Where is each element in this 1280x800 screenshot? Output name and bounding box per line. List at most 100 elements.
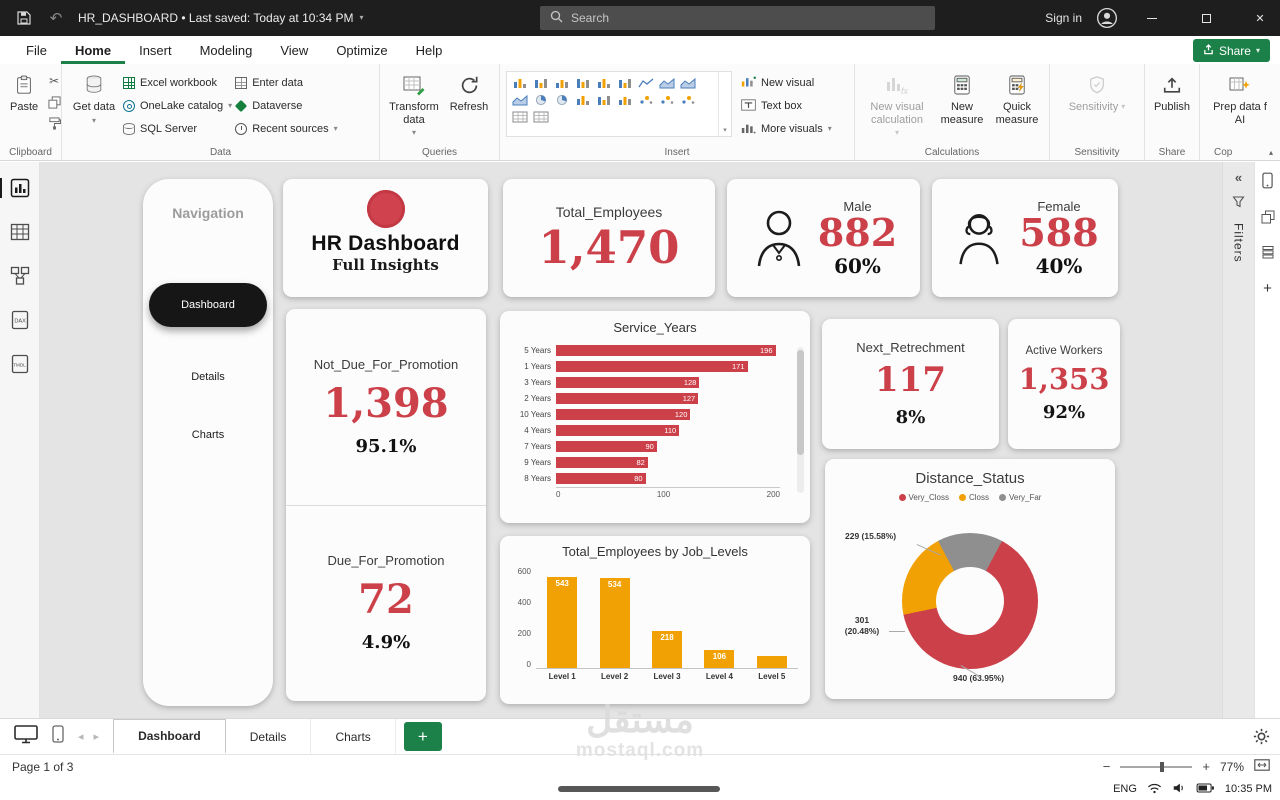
menu-modeling[interactable]: Modeling — [186, 36, 267, 64]
bar[interactable]: 106 — [704, 650, 735, 668]
tmdl-view-icon[interactable]: TMDL — [8, 352, 32, 376]
total-employees-card[interactable]: Total_Employees 1,470 — [503, 179, 715, 297]
phone-layout-icon[interactable] — [52, 725, 64, 748]
layers-icon[interactable] — [1261, 245, 1275, 264]
expand-pane-icon[interactable]: « — [1235, 170, 1242, 185]
bar[interactable]: 171 — [556, 360, 748, 372]
dataverse-button[interactable]: Dataverse — [235, 96, 337, 116]
zoom-out-button[interactable]: − — [1103, 759, 1111, 774]
next-page-icon[interactable]: ▸ — [94, 730, 100, 743]
refresh-button[interactable]: Refresh — [445, 69, 493, 117]
bar[interactable]: 90 — [556, 440, 657, 452]
matrix-visual-icon[interactable] — [531, 109, 550, 124]
bar[interactable]: 127 — [556, 392, 699, 404]
bar[interactable]: 82 — [556, 456, 648, 468]
bar[interactable]: 120 — [556, 408, 691, 420]
wifi-icon[interactable] — [1147, 782, 1162, 797]
speaker-icon[interactable] — [1172, 782, 1186, 797]
menu-home[interactable]: Home — [61, 36, 125, 64]
fit-to-page-icon[interactable] — [1254, 759, 1270, 774]
sensitivity-button[interactable]: Sensitivity ▾ — [1063, 69, 1131, 117]
undo-icon[interactable]: ↶ — [46, 8, 66, 28]
report-view-icon[interactable] — [0, 176, 32, 200]
page-tab-details[interactable]: Details — [226, 719, 312, 754]
donut-visual-icon[interactable] — [552, 92, 571, 107]
nav-item-dashboard[interactable]: Dashboard — [149, 283, 267, 327]
more-visuals-button[interactable]: More visuals ▾ — [741, 119, 832, 139]
account-avatar-icon[interactable] — [1096, 7, 1118, 29]
gear-icon[interactable] — [1253, 728, 1270, 750]
cut-icon[interactable]: ✂ — [45, 73, 63, 89]
zoom-slider[interactable] — [1120, 761, 1193, 772]
bar[interactable]: 128 — [556, 376, 700, 388]
scrollbar-thumb[interactable] — [797, 350, 804, 456]
recent-sources-button[interactable]: Recent sources ▾ — [235, 119, 338, 139]
service-years-chart[interactable]: Service_Years 5 Years 196 1 Years 171 3 Year… — [500, 311, 810, 523]
chevron-down-icon[interactable]: ▾ — [359, 14, 363, 22]
menu-help[interactable]: Help — [402, 36, 457, 64]
add-element-icon[interactable]: + — [1263, 280, 1272, 297]
excel-button[interactable]: Excel workbook — [123, 73, 232, 93]
area-visual-icon[interactable] — [657, 75, 676, 90]
hr-dashboard-header-card[interactable]: HR Dashboard Full Insights — [283, 179, 488, 297]
distance-status-donut-chart[interactable]: Distance_Status Very_Closs Closs Very_Far … — [825, 459, 1115, 699]
male-kpi-card[interactable]: Male 882 60% — [727, 179, 920, 297]
share-button[interactable]: Share ▾ — [1192, 39, 1270, 62]
bar[interactable]: 110 — [556, 424, 680, 436]
gallery-scroll[interactable]: ▾ — [718, 72, 731, 136]
horizontal-scrollbar[interactable] — [558, 786, 720, 792]
full-stacked-column-visual-icon[interactable] — [615, 75, 634, 90]
line-visual-icon[interactable] — [636, 75, 655, 90]
female-kpi-card[interactable]: Female 588 40% — [932, 179, 1118, 297]
page-tab-charts[interactable]: Charts — [311, 719, 396, 754]
stacked-column-visual-icon[interactable] — [552, 75, 571, 90]
zoom-slider-handle[interactable] — [1159, 761, 1164, 772]
minimize-button[interactable] — [1132, 0, 1172, 36]
new-measure-button[interactable]: New measure — [936, 69, 988, 129]
pie-visual-icon[interactable] — [531, 92, 550, 107]
mobile-layout-icon[interactable] — [1262, 172, 1273, 194]
new-visual-button[interactable]: New visual — [741, 73, 832, 93]
funnel-icon[interactable] — [1232, 195, 1245, 213]
sign-in-button[interactable]: Sign in — [1045, 11, 1082, 25]
menu-view[interactable]: View — [266, 36, 322, 64]
bar[interactable]: 218 — [652, 631, 683, 668]
page-tab-dashboard[interactable]: Dashboard — [113, 719, 226, 754]
bar[interactable] — [756, 656, 787, 668]
paste-button[interactable]: Paste — [6, 69, 42, 117]
stacked-bar-visual-icon[interactable] — [510, 75, 529, 90]
filters-pane-label[interactable]: Filters — [1232, 223, 1246, 263]
waterfall-visual-icon[interactable] — [594, 92, 613, 107]
table-view-icon[interactable] — [8, 220, 32, 244]
desktop-layout-icon[interactable] — [14, 724, 38, 749]
quick-measure-button[interactable]: Quick measure — [991, 69, 1043, 129]
menu-optimize[interactable]: Optimize — [322, 36, 401, 64]
donut-ring[interactable] — [902, 533, 1038, 669]
search-input[interactable]: Search — [540, 6, 935, 30]
clustered-bar-visual-icon[interactable] — [531, 75, 550, 90]
copy-page-icon[interactable] — [1261, 210, 1275, 229]
format-painter-icon[interactable] — [45, 115, 63, 131]
job-levels-chart[interactable]: Total_Employees by Job_Levels 600 400 200 0… — [500, 536, 810, 704]
copy-icon[interactable] — [45, 94, 63, 110]
chart-scrollbar[interactable] — [797, 347, 804, 493]
close-button[interactable]: ✕ — [1240, 0, 1280, 36]
model-view-icon[interactable] — [8, 264, 32, 288]
menu-file[interactable]: File — [12, 36, 61, 64]
dax-query-view-icon[interactable]: DAX — [8, 308, 32, 332]
previous-page-icon[interactable]: ◂ — [78, 730, 84, 743]
bar[interactable]: 534 — [599, 578, 630, 668]
transform-data-button[interactable]: Transform data ▾ — [386, 69, 442, 140]
next-retrechment-card[interactable]: Next_Retrechment 117 8% — [822, 319, 999, 449]
clustered-column-visual-icon[interactable] — [573, 75, 592, 90]
new-page-button[interactable]: + — [403, 722, 442, 751]
treemap-visual-icon[interactable] — [657, 92, 676, 107]
ribbon-chart-visual-icon[interactable] — [573, 92, 592, 107]
stacked-area-visual-icon[interactable] — [678, 75, 697, 90]
save-icon[interactable] — [14, 8, 34, 28]
onelake-button[interactable]: OneLake catalog ▾ — [123, 96, 232, 116]
nav-item-charts[interactable]: Charts — [143, 429, 273, 441]
prep-data-for-ai-button[interactable]: Prep data f AI — [1206, 69, 1274, 129]
sql-server-button[interactable]: SQL Server — [123, 119, 232, 139]
zoom-in-button[interactable]: + — [1202, 759, 1210, 774]
